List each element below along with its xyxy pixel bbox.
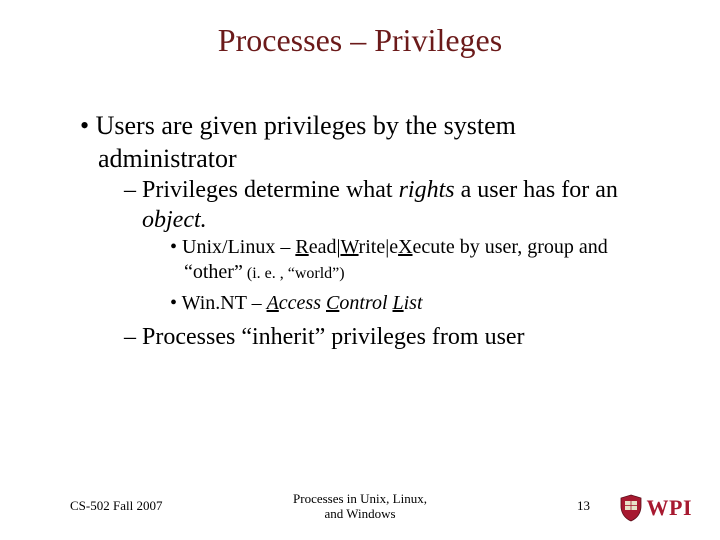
b1a1-W: W bbox=[340, 236, 358, 258]
bullet-1b: Processes “inherit” privileges from user bbox=[124, 322, 660, 352]
footer-center-1: Processes in Unix, Linux, bbox=[293, 491, 427, 506]
b1a1-read: ead| bbox=[309, 236, 341, 258]
page-number: 13 bbox=[577, 498, 590, 514]
footer-center: Processes in Unix, Linux, and Windows bbox=[0, 492, 720, 522]
shield-icon bbox=[619, 494, 643, 522]
b1a1-small: (i. e. , “world”) bbox=[243, 265, 345, 282]
b1a1-write: rite|e bbox=[359, 236, 399, 258]
bullet-1-text: Users are given privileges by the system… bbox=[96, 111, 516, 173]
b1b-text: Processes “inherit” privileges from user bbox=[142, 324, 525, 350]
b1a2-a: ccess bbox=[279, 292, 326, 314]
b1a-mid: a user has for an bbox=[455, 177, 618, 203]
b1a2-C: C bbox=[326, 292, 339, 314]
b1a-em1: rights bbox=[399, 177, 455, 203]
b1a2-A: A bbox=[267, 292, 279, 314]
wpi-logo: WPI bbox=[619, 494, 693, 522]
b1a2-L: L bbox=[393, 292, 404, 314]
b1a2-pre: Win.NT – bbox=[182, 292, 267, 314]
b1a-em2: object. bbox=[142, 207, 207, 233]
slide-body: Users are given privileges by the system… bbox=[80, 110, 660, 358]
bullet-1: Users are given privileges by the system… bbox=[80, 110, 660, 352]
bullet-1a2: Win.NT – Access Control List bbox=[170, 291, 660, 316]
b1a2-c: ontrol bbox=[339, 292, 392, 314]
b1a1-R: R bbox=[295, 236, 308, 258]
bullet-1a: Privileges determine what rights a user … bbox=[124, 175, 660, 316]
b1a-pre: Privileges determine what bbox=[142, 177, 399, 203]
b1a2-l: ist bbox=[404, 292, 423, 314]
b1a1-pre: Unix/Linux – bbox=[182, 236, 295, 258]
footer-center-2: and Windows bbox=[324, 506, 395, 521]
wpi-text: WPI bbox=[647, 495, 693, 521]
slide-title: Processes – Privileges bbox=[0, 22, 720, 59]
b1a1-X: X bbox=[398, 236, 412, 258]
bullet-1a1: Unix/Linux – Read|Write|eXecute by user,… bbox=[170, 235, 660, 285]
